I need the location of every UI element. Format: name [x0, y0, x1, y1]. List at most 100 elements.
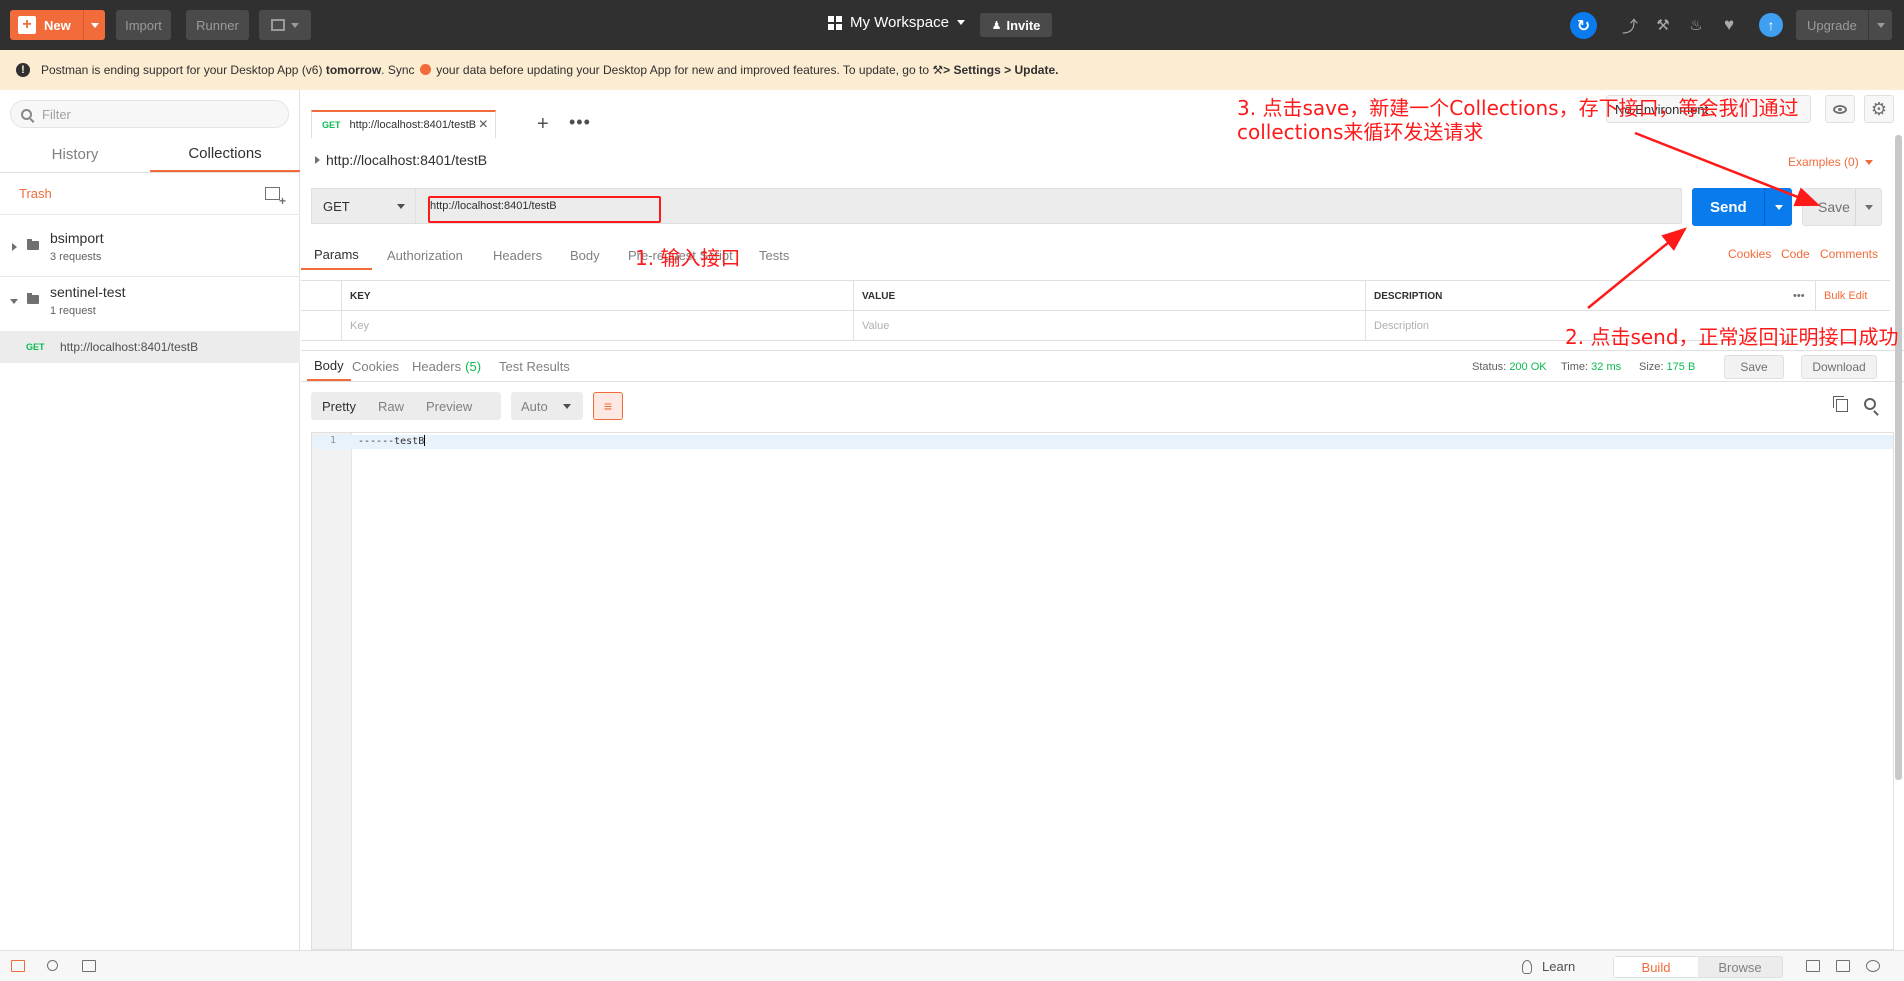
sidebar-request-item[interactable]: GET http://localhost:8401/testB: [0, 331, 300, 363]
workspace-grid-icon: [828, 15, 842, 30]
search-icon[interactable]: [1864, 398, 1876, 410]
trash-label: Trash: [19, 186, 52, 201]
examples-dropdown[interactable]: Examples (0): [1788, 155, 1873, 169]
new-window-icon: [271, 19, 285, 31]
tab-response-body[interactable]: Body: [307, 351, 351, 381]
description-placeholder: Description: [1374, 320, 1430, 332]
learn-button[interactable]: Learn: [1522, 959, 1575, 974]
time-readout: Time: 32 ms: [1561, 361, 1621, 373]
key-input[interactable]: Key: [341, 311, 853, 341]
chevron-down-icon: [397, 203, 405, 209]
response-type-select[interactable]: Auto: [511, 392, 583, 420]
more-icon[interactable]: •••: [569, 112, 591, 133]
sidebar-toggle-icon[interactable]: [11, 960, 25, 972]
console-icon[interactable]: [82, 960, 96, 972]
method-value: GET: [323, 198, 350, 214]
workspace-switcher[interactable]: My Workspace: [828, 14, 965, 31]
format-preview[interactable]: Preview: [415, 399, 483, 414]
help-icon[interactable]: [1866, 960, 1880, 972]
tab-collections[interactable]: Collections: [150, 137, 300, 172]
sidebar-tabs: History Collections: [0, 137, 300, 173]
request-method: GET: [26, 342, 45, 352]
avatar[interactable]: ↑: [1759, 13, 1783, 37]
scrollbar[interactable]: [1895, 135, 1902, 780]
two-pane-view-icon[interactable]: [1806, 960, 1820, 972]
import-button[interactable]: Import: [116, 10, 171, 40]
banner-text-3: your data before updating your Desktop A…: [436, 63, 929, 77]
request-title-text: http://localhost:8401/testB: [326, 152, 488, 168]
download-button[interactable]: Download: [1801, 355, 1877, 379]
tab-headers[interactable]: Headers: [493, 240, 542, 270]
tab-body[interactable]: Body: [570, 240, 600, 270]
heart-icon[interactable]: ♥: [1719, 15, 1739, 35]
collection-name: bsimport: [50, 230, 104, 246]
invite-button[interactable]: ♟ Invite: [980, 13, 1052, 37]
value-input[interactable]: Value: [853, 311, 1365, 341]
add-tab-icon[interactable]: +: [537, 114, 549, 134]
code-link[interactable]: Code: [1781, 247, 1810, 261]
close-icon[interactable]: ×: [479, 116, 488, 134]
copy-icon[interactable]: [1833, 396, 1848, 412]
new-dropdown-toggle[interactable]: [83, 10, 105, 40]
send-dropdown-toggle[interactable]: [1764, 188, 1792, 226]
collection-item[interactable]: bsimport 3 requests: [0, 216, 300, 277]
trash-link[interactable]: Trash: [0, 173, 300, 215]
upgrade-label: Upgrade: [1807, 17, 1857, 33]
more-icon[interactable]: •••: [1785, 281, 1815, 311]
save-button[interactable]: Save: [1802, 188, 1882, 226]
format-pretty[interactable]: Pretty: [311, 399, 367, 414]
runner-button[interactable]: Runner: [186, 10, 249, 40]
request-title[interactable]: http://localhost:8401/testB: [315, 152, 487, 168]
new-button[interactable]: + New: [10, 10, 105, 40]
upgrade-dropdown-toggle[interactable]: [1868, 10, 1892, 40]
new-window-button[interactable]: [259, 10, 311, 40]
bulk-edit-link[interactable]: Bulk Edit: [1815, 281, 1890, 311]
bell-icon[interactable]: ♨: [1686, 15, 1706, 35]
satellite-icon[interactable]: ⤴: [1620, 15, 1640, 36]
value-placeholder: Value: [862, 320, 890, 332]
description-header: DESCRIPTION: [1365, 281, 1785, 311]
build-mode-button[interactable]: Build: [1614, 957, 1698, 977]
find-icon[interactable]: [47, 960, 58, 971]
response-headers-label: Headers: [412, 358, 462, 374]
filter-input[interactable]: Filter: [10, 100, 289, 128]
browse-mode-button[interactable]: Browse: [1698, 957, 1782, 977]
sync-icon[interactable]: ↻: [1570, 12, 1597, 39]
gear-icon[interactable]: ⚙: [1864, 95, 1894, 123]
format-raw[interactable]: Raw: [367, 399, 415, 414]
upgrade-button[interactable]: Upgrade: [1796, 10, 1892, 40]
collection-item[interactable]: sentinel-test 1 request: [0, 270, 300, 331]
tab-history[interactable]: History: [0, 137, 150, 172]
environment-quick-look-button[interactable]: [1825, 95, 1855, 123]
wrap-lines-icon[interactable]: ≡: [593, 392, 623, 420]
comments-link[interactable]: Comments: [1820, 247, 1878, 261]
warning-icon: !: [16, 63, 30, 77]
collapse-arrow-icon[interactable]: [10, 299, 18, 304]
tab-url: http://localhost:8401/testB: [349, 119, 477, 131]
request-tab[interactable]: GET http://localhost:8401/testB ×: [311, 110, 496, 138]
save-response-button[interactable]: Save: [1724, 355, 1784, 379]
key-placeholder: Key: [350, 320, 369, 332]
tab-authorization[interactable]: Authorization: [387, 240, 463, 270]
tab-params[interactable]: Params: [301, 240, 372, 270]
description-header-label: DESCRIPTION: [1374, 290, 1443, 302]
send-button[interactable]: Send: [1692, 188, 1792, 226]
new-collection-icon[interactable]: [265, 187, 286, 208]
save-dropdown-toggle[interactable]: [1855, 189, 1881, 225]
cookies-link[interactable]: Cookies: [1728, 247, 1771, 261]
tab-test-results[interactable]: Test Results: [499, 351, 570, 381]
method-select[interactable]: GET: [311, 188, 415, 224]
url-highlight-box: [428, 196, 661, 223]
format-toggle: Pretty Raw Preview: [311, 392, 501, 420]
tab-response-cookies[interactable]: Cookies: [352, 351, 399, 381]
annotation-step-1: 1. 输入接口: [635, 246, 741, 270]
banner-text-bold-2: > Settings > Update.: [943, 63, 1059, 77]
chevron-down-icon: [291, 22, 299, 28]
folder-icon: [27, 293, 39, 304]
tab-response-headers[interactable]: Headers (5): [412, 351, 481, 381]
expand-arrow-icon[interactable]: [12, 243, 17, 251]
wrench-icon[interactable]: ⚒: [1653, 15, 1673, 35]
tab-tests[interactable]: Tests: [759, 240, 789, 270]
keyboard-shortcuts-icon[interactable]: [1836, 960, 1850, 972]
response-body-editor[interactable]: 1 ------testB: [311, 432, 1894, 950]
